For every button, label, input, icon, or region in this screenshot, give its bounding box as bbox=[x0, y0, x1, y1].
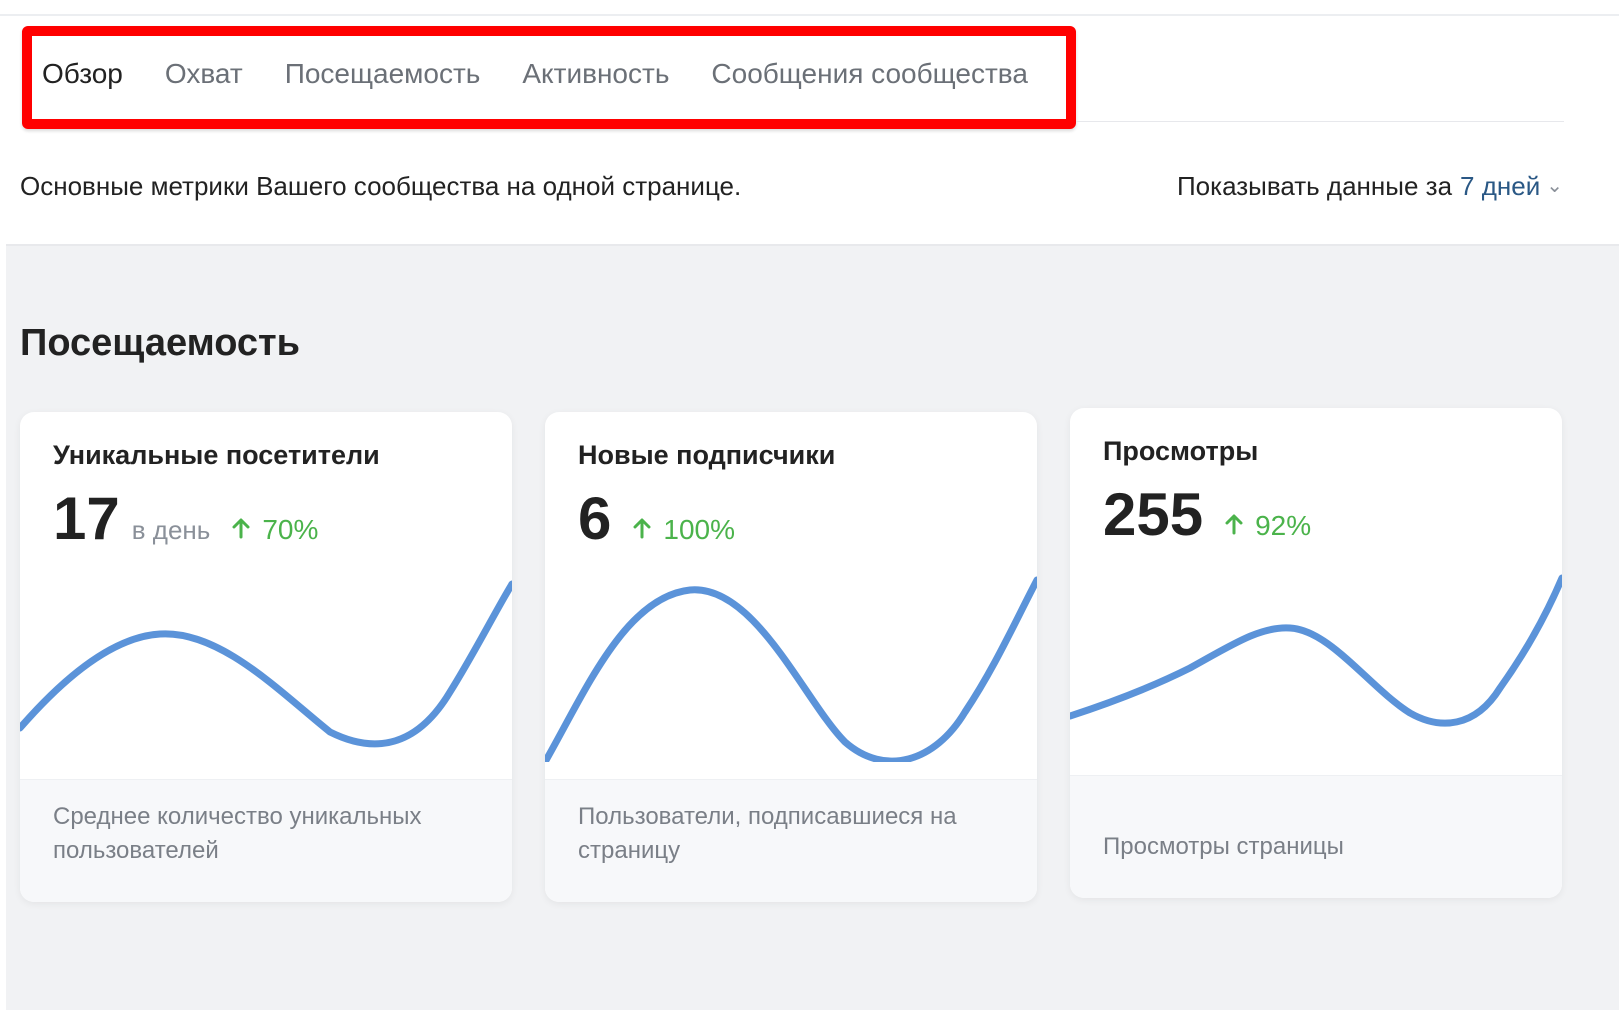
card-views[interactable]: Просмотры 255 92% Просмотры страницы bbox=[1070, 408, 1562, 898]
tab-attendance[interactable]: Посещаемость bbox=[285, 54, 481, 94]
tab-community-messages[interactable]: Сообщения сообщества bbox=[711, 54, 1028, 94]
tab-overview[interactable]: Обзор bbox=[42, 54, 123, 94]
section-title: Посещаемость bbox=[20, 322, 301, 364]
card-description: Просмотры страницы bbox=[1103, 833, 1344, 860]
tabs-divider bbox=[1076, 121, 1564, 122]
arrow-up-icon bbox=[633, 518, 651, 539]
tab-reach[interactable]: Охват bbox=[165, 54, 243, 94]
card-title: Просмотры bbox=[1103, 436, 1259, 466]
card-description: Среднее количество уникальных пользовате… bbox=[53, 803, 422, 864]
tabs-bar: Обзор Охват Посещаемость Активность Сооб… bbox=[42, 54, 1070, 94]
card-title: Новые подписчики bbox=[578, 440, 836, 470]
card-unique-visitors[interactable]: Уникальные посетители 17 в день 70% Сред… bbox=[20, 412, 512, 902]
sparkline-chart bbox=[20, 580, 512, 748]
sparkline-chart bbox=[545, 576, 1037, 762]
sparkline-chart bbox=[1070, 574, 1562, 727]
card-description: Пользователи, подписавшиеся на страницу bbox=[578, 803, 957, 864]
arrow-up-icon bbox=[232, 518, 250, 539]
arrow-up-icon bbox=[1225, 514, 1243, 535]
card-title: Уникальные посетители bbox=[53, 440, 380, 470]
top-divider bbox=[0, 14, 1619, 16]
tab-activity[interactable]: Активность bbox=[522, 54, 669, 94]
card-new-subscribers[interactable]: Новые подписчики 6 100% Пользователи, по… bbox=[545, 412, 1037, 902]
period-value[interactable]: 7 дней bbox=[1460, 168, 1540, 204]
period-label: Показывать данные за bbox=[1176, 171, 1453, 201]
sparkline bbox=[20, 580, 512, 748]
period-selector[interactable]: Показывать данные за 7 дней ⌄ bbox=[1177, 168, 1563, 204]
chevron-down-icon[interactable]: ⌄ bbox=[1546, 168, 1563, 204]
sparkline bbox=[1070, 574, 1562, 727]
page-subtitle: Основные метрики Вашего сообщества на од… bbox=[20, 171, 742, 201]
sparkline bbox=[545, 576, 1037, 762]
